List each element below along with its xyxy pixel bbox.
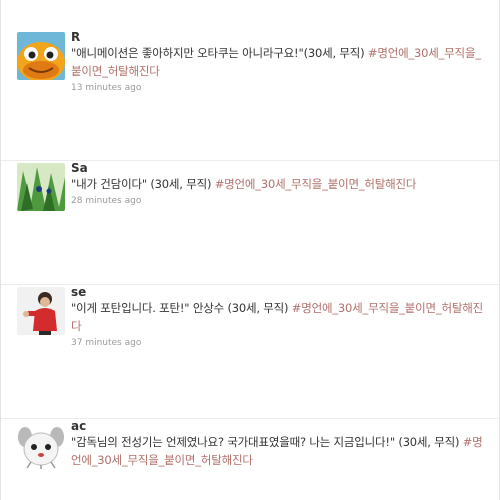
tweet-text: "애니메이션은 좋아하지만 오타쿠는 아니라구요!"(30세, 무직) #명언에… — [71, 44, 489, 80]
white-cartoon-animal-icon[interactable] — [17, 421, 65, 469]
tweet-meta: (30세, 무직) — [227, 301, 289, 315]
timestamp[interactable]: 13 minutes ago — [71, 81, 489, 95]
tweet-meta: (30세, 무직) — [150, 177, 212, 191]
tweet-item: ac "감독님의 전성기는 언제였나요? 국가대표였을때? 나는 지금입니다!"… — [1, 418, 499, 469]
timestamp[interactable]: 37 minutes ago — [71, 336, 489, 350]
tweet-meta: (30세, 무직) — [398, 435, 460, 449]
tweet-quote: "애니메이션은 좋아하지만 오타쿠는 아니라구요!" — [71, 46, 304, 60]
tweet-item: Sa "내가 건담이다" (30세, 무직) #명언에_30세_무직을_붙이면_… — [1, 160, 499, 211]
tweet-content: Sa "내가 건담이다" (30세, 무직) #명언에_30세_무직을_붙이면_… — [71, 161, 489, 211]
person-red-shirt-icon[interactable] — [17, 287, 65, 335]
screen-name[interactable]: ac — [71, 419, 489, 433]
tweet-meta: (30세, 무직) — [303, 46, 365, 60]
green-anime-character-icon[interactable] — [17, 163, 65, 211]
tweet-content: R "애니메이션은 좋아하지만 오타쿠는 아니라구요!"(30세, 무직) #명… — [71, 30, 489, 95]
tweet-text: "이게 포탄입니다. 포탄!" 안상수 (30세, 무직) #명언에_30세_무… — [71, 299, 489, 335]
tweet-text: "내가 건담이다" (30세, 무직) #명언에_30세_무직을_붙이면_허탈해… — [71, 175, 489, 193]
hashtag-link[interactable]: #명언에_30세_무직을_붙이면_허탈해진다 — [215, 177, 417, 191]
tweet-quote: "감독님의 전성기는 언제였나요? 국가대표였을때? 나는 지금입니다!" — [71, 435, 395, 449]
tweet-content: ac "감독님의 전성기는 언제였나요? 국가대표였을때? 나는 지금입니다!"… — [71, 419, 489, 469]
orange-cartoon-creature-icon[interactable] — [17, 32, 65, 80]
tweet-quote: "내가 건담이다" — [71, 177, 147, 191]
tweet-item: se "이게 포탄입니다. 포탄!" 안상수 (30세, 무직) #명언에_30… — [1, 284, 499, 350]
screen-name[interactable]: se — [71, 285, 489, 299]
tweet-timeline: R "애니메이션은 좋아하지만 오타쿠는 아니라구요!"(30세, 무직) #명… — [0, 0, 500, 500]
timestamp[interactable]: 28 minutes ago — [71, 194, 489, 208]
tweet-content: se "이게 포탄입니다. 포탄!" 안상수 (30세, 무직) #명언에_30… — [71, 285, 489, 350]
tweet-text: "감독님의 전성기는 언제였나요? 국가대표였을때? 나는 지금입니다!" (3… — [71, 433, 489, 469]
tweet-item: R "애니메이션은 좋아하지만 오타쿠는 아니라구요!"(30세, 무직) #명… — [1, 30, 499, 95]
screen-name[interactable]: R — [71, 30, 489, 44]
tweet-quote: "이게 포탄입니다. 포탄!" 안상수 — [71, 301, 224, 315]
screen-name[interactable]: Sa — [71, 161, 489, 175]
